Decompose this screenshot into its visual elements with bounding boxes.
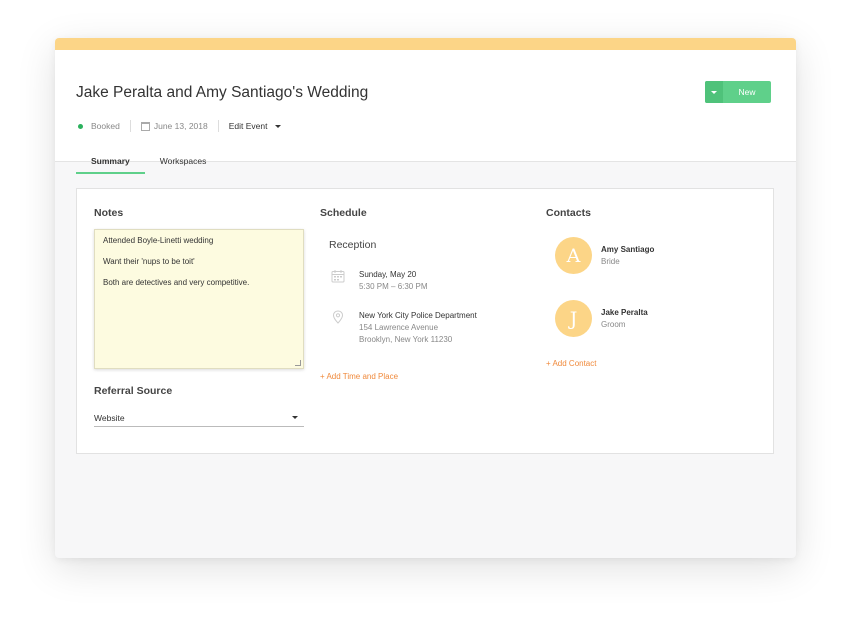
divider: [217, 120, 219, 132]
contacts-title: Contacts: [546, 207, 591, 219]
notes-line: Want their 'nups to be toit': [103, 257, 195, 266]
avatar: J: [555, 300, 592, 337]
chevron-down-icon: [711, 90, 717, 94]
event-date: June 13, 2018: [153, 121, 208, 131]
add-time-place-link[interactable]: + Add Time and Place: [320, 372, 398, 381]
chevron-down-icon: [292, 416, 298, 419]
resize-handle-icon[interactable]: [295, 360, 301, 366]
contact-name: Amy Santiago: [601, 244, 655, 254]
new-button[interactable]: New: [705, 81, 771, 103]
contact-role: Groom: [601, 319, 626, 329]
schedule-date: Sunday, May 20: [359, 270, 417, 279]
summary-card: Notes Attended Boyle-Linetti wedding Wan…: [76, 188, 774, 454]
new-button-label: New: [738, 87, 756, 97]
tab-summary[interactable]: Summary: [76, 150, 145, 174]
schedule-item-title: Reception: [329, 239, 377, 251]
add-contact-link[interactable]: + Add Contact: [546, 359, 596, 368]
top-banner: [55, 38, 796, 50]
schedule-time-row: Sunday, May 20 5:30 PM – 6:30 PM: [331, 269, 427, 293]
avatar: A: [555, 237, 592, 274]
new-dropdown-toggle[interactable]: [705, 81, 723, 103]
schedule-address-line1: 154 Lawrence Avenue: [359, 323, 439, 332]
tab-bar: Summary Workspaces: [76, 150, 221, 174]
location-pin-icon: [332, 310, 344, 324]
calendar-icon: [331, 270, 345, 283]
contact-name: Jake Peralta: [601, 307, 648, 317]
contact-item[interactable]: J Jake Peralta Groom: [555, 300, 648, 337]
divider: [129, 120, 131, 132]
schedule-title: Schedule: [320, 207, 367, 219]
edit-event-dropdown[interactable]: Edit Event: [229, 121, 282, 131]
chevron-down-icon: [275, 124, 282, 128]
notes-line: Both are detectives and very competitive…: [103, 278, 250, 287]
referral-source-select[interactable]: Website: [94, 409, 304, 427]
app-window: Jake Peralta and Amy Santiago's Wedding …: [55, 38, 796, 558]
referral-source-value: Website: [94, 412, 125, 423]
page-title: Jake Peralta and Amy Santiago's Wedding: [76, 84, 369, 101]
status-dot-icon: [78, 123, 83, 129]
event-header: Jake Peralta and Amy Santiago's Wedding …: [55, 50, 796, 174]
contact-role: Bride: [601, 256, 620, 266]
calendar-icon: [140, 121, 150, 131]
contact-item[interactable]: A Amy Santiago Bride: [555, 237, 654, 274]
notes-title: Notes: [94, 207, 124, 219]
schedule-place-row: New York City Police Department 154 Lawr…: [331, 310, 477, 346]
event-meta: Booked June 13, 2018 Edit Event: [78, 120, 282, 132]
tab-workspaces[interactable]: Workspaces: [145, 150, 222, 174]
status-badge: Booked: [91, 121, 120, 131]
edit-event-label: Edit Event: [228, 121, 268, 131]
schedule-time: 5:30 PM – 6:30 PM: [359, 282, 428, 291]
schedule-address-line2: Brooklyn, New York 11230: [359, 335, 453, 344]
notes-line: Attended Boyle-Linetti wedding: [103, 236, 214, 245]
schedule-place: New York City Police Department: [359, 311, 477, 320]
referral-title: Referral Source: [94, 385, 173, 397]
notes-textarea[interactable]: Attended Boyle-Linetti wedding Want thei…: [94, 229, 304, 369]
